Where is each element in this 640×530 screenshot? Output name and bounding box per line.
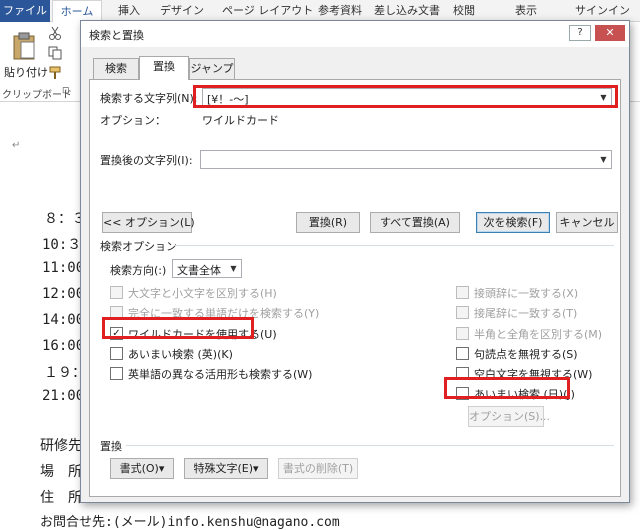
cut-icon[interactable] [48,26,62,40]
dialog-launcher-icon[interactable]: ⊡ [62,86,70,96]
tab-insert[interactable]: 挿入 [118,0,140,22]
document-line: 12:00 [42,286,85,302]
word-forms-checkbox[interactable] [110,367,123,380]
ignore-punctuation-label: 句読点を無視する(S) [474,348,578,361]
tab-view[interactable]: 表示 [515,0,537,22]
replace-tab-panel: 検索する文字列(N): [¥！-～] ▼ オプション： ワイルドカード 置換後の… [89,79,621,497]
options-value: ワイルドカード [202,114,279,127]
document-line: 10:３ [42,237,82,253]
signin-link[interactable]: サインイン [575,0,630,22]
match-width-label: 半角と全角を区別する(M) [474,328,603,341]
replace-with-combobox[interactable]: ▼ [200,150,612,169]
fuzzy-english-label: あいまい検索 (英)(K) [128,348,233,361]
help-button[interactable]: ? [569,25,591,41]
tab-references[interactable]: 参考資料 [318,0,362,22]
tab-page-layout[interactable]: ページ レイアウト [222,0,313,22]
match-case-checkbox[interactable] [110,286,123,299]
tab-review[interactable]: 校閲 [453,0,475,22]
match-prefix-checkbox[interactable] [456,286,469,299]
match-suffix-label: 接尾辞に一致する(T) [474,307,578,320]
options-label: オプション： [100,114,166,127]
replace-all-button[interactable]: すべて置換(A) [370,212,460,233]
dropdown-arrow-icon[interactable]: ▼ [597,152,610,167]
tab-design[interactable]: デザイン [160,0,204,22]
fuzzy-english-checkbox[interactable] [110,347,123,360]
highlight-wildcards-option [102,317,254,339]
match-case-label: 大文字と小文字を区別する(H) [128,287,277,300]
document-line: 場 所 [40,464,82,480]
highlight-fuzzy-japanese-option [444,377,570,399]
format-painter-icon[interactable] [48,66,62,80]
document-line: 研修先 [40,438,82,454]
replace-with-label: 置換後の文字列(I): [100,154,193,167]
section-divider [174,245,614,246]
ribbon-tab-bar: ファイル ホーム 挿入 デザイン ページ レイアウト 参考資料 差し込み文書 校… [0,0,640,23]
document-line-contact: お問合せ先:(メール)info.kenshu@nagano.com [40,515,340,530]
match-prefix-label: 接頭辞に一致する(X) [474,287,579,300]
close-button[interactable]: ✕ [595,25,625,41]
tab-mailings[interactable]: 差し込み文書 [374,0,440,22]
find-what-label: 検索する文字列(N): [100,92,198,105]
less-options-button[interactable]: << オプション(L) [102,212,195,233]
cancel-button[interactable]: キャンセル [556,212,618,233]
document-line: 住 所 [40,490,82,506]
format-button[interactable]: 書式(O)▾ [110,458,174,479]
dialog-titlebar[interactable]: 検索と置換 ? ✕ [81,21,629,47]
section-divider [126,445,614,446]
copy-icon[interactable] [48,46,62,60]
search-options-heading: 検索オプション [100,240,177,253]
clipboard-paste-icon[interactable] [12,32,36,60]
special-button[interactable]: 特殊文字(E)▾ [184,458,268,479]
document-line: 21:00 [42,388,85,404]
dropdown-arrow-icon[interactable]: ▼ [227,261,240,276]
tab-replace[interactable]: 置換 [139,56,189,80]
tab-find[interactable]: 検索 [93,58,139,79]
ignore-punctuation-checkbox[interactable] [456,347,469,360]
highlight-find-field [193,85,618,108]
fuzzy-options-button[interactable]: オプション(S)... [468,406,550,427]
paste-button-label[interactable]: 貼り付け [4,64,48,80]
paragraph-mark: ↵ [12,140,21,151]
replace-button[interactable]: 置換(R) [296,212,360,233]
tab-goto[interactable]: ジャンプ [189,58,235,79]
search-direction-select[interactable]: 文書全体 ▼ [172,259,242,278]
document-line: 14:00 [42,312,85,328]
dialog-title: 検索と置換 [89,29,144,42]
match-width-checkbox[interactable] [456,327,469,340]
no-formatting-button[interactable]: 書式の削除(T) [278,458,358,479]
find-next-button[interactable]: 次を検索(F) [476,212,550,233]
search-direction-value: 文書全体 [177,264,221,277]
word-forms-label: 英単語の異なる活用形も検索する(W) [128,368,313,381]
document-line: 11:00 [42,260,85,276]
search-direction-label: 検索方向(:) [110,264,167,277]
tab-file[interactable]: ファイル [0,0,50,22]
match-suffix-checkbox[interactable] [456,306,469,319]
replace-section-heading: 置換 [100,440,122,453]
document-line: 16:00 [42,338,85,354]
